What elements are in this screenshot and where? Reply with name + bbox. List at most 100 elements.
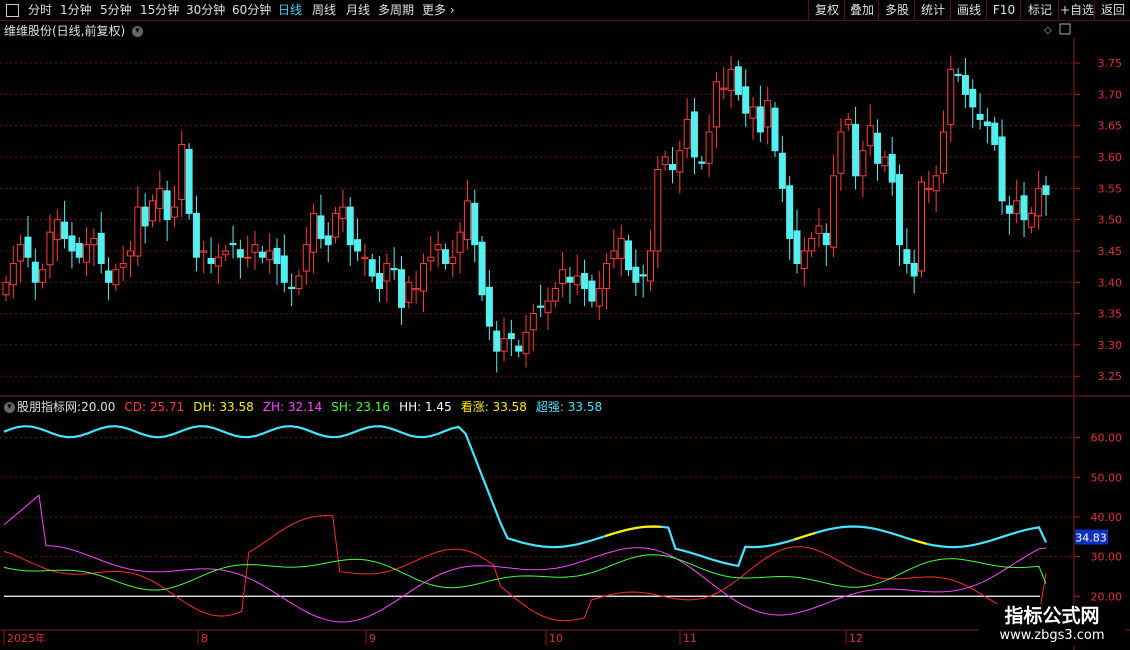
candle-body — [581, 272, 589, 290]
candle-body — [874, 132, 882, 164]
candle-body — [830, 175, 838, 248]
period-tab-7[interactable]: 周线 — [312, 0, 336, 20]
ind-y-tick: 40.00 — [1091, 511, 1123, 524]
toolbar-button-7[interactable]: +自选 — [1058, 0, 1095, 20]
candle-body — [207, 257, 215, 264]
candle-body — [127, 250, 135, 257]
ind-y-tick: 60.00 — [1091, 432, 1123, 445]
candle-body — [134, 206, 142, 257]
candle-body — [844, 118, 852, 125]
candle-body — [603, 262, 611, 290]
toolbar-button-1[interactable]: 叠加 — [844, 0, 879, 20]
main-y-tick: 3.30 — [1098, 339, 1123, 352]
candle-body — [1020, 195, 1028, 221]
candle-body — [178, 143, 186, 201]
candle-body — [288, 286, 296, 290]
ind-y-tick: 20.00 — [1091, 590, 1123, 603]
period-tab-10[interactable]: 更多 › — [422, 0, 455, 20]
main-y-tick: 3.60 — [1098, 151, 1123, 164]
candle-body — [507, 333, 515, 340]
candle-body — [515, 345, 523, 352]
candle-body — [749, 106, 757, 119]
ind-y-tick: 30.00 — [1091, 551, 1123, 564]
candle-body — [954, 73, 962, 77]
candle-body — [68, 235, 76, 252]
x-axis-label: 8 — [201, 632, 208, 645]
candle-body — [493, 330, 501, 352]
period-tab-3[interactable]: 15分钟 — [140, 0, 179, 20]
x-axis-label: 10 — [549, 632, 563, 645]
candle-body — [852, 123, 860, 177]
toolbar-button-4[interactable]: 画线 — [950, 0, 987, 20]
watermark-title: 指标公式网 — [1004, 605, 1100, 627]
main-y-tick: 3.35 — [1098, 308, 1123, 321]
candle-body — [566, 276, 574, 283]
toolbar-button-5[interactable]: F10 — [986, 0, 1021, 20]
candle-body — [185, 148, 193, 214]
period-tab-9[interactable]: 多周期 — [378, 0, 414, 20]
main-y-tick: 3.40 — [1098, 276, 1123, 289]
candle-body — [595, 288, 603, 307]
candle-body — [610, 250, 618, 259]
x-axis-label: 11 — [683, 632, 697, 645]
candle-body — [939, 131, 947, 174]
period-tab-6[interactable]: 日线 — [278, 0, 302, 20]
candle-body — [24, 236, 32, 258]
chart-area[interactable]: 3.75 3.70 3.65 3.60 3.55 3.50 3.45 3.40 3.35 3.30… — [0, 0, 1130, 650]
candle-body — [698, 161, 706, 164]
candle-body — [463, 200, 471, 241]
main-y-tick: 3.55 — [1098, 182, 1123, 195]
series-cd — [3, 514, 1047, 622]
x-axis-label: 2025年 — [7, 631, 46, 645]
candle-body — [141, 206, 149, 227]
candle-body — [976, 113, 984, 120]
candle-body — [405, 281, 413, 303]
candle-body — [537, 305, 545, 308]
candle-body — [551, 288, 559, 302]
candle-body — [97, 232, 105, 264]
toolbar-button-6[interactable]: 标记 — [1020, 0, 1059, 20]
period-tab-1[interactable]: 1分钟 — [60, 0, 92, 20]
toolbar-button-3[interactable]: 统计 — [914, 0, 951, 20]
series-bullish — [605, 525, 662, 538]
candle-body — [90, 237, 98, 246]
candle-body — [75, 242, 83, 258]
candle-body — [324, 235, 332, 246]
indicator-legend-1: DH: 33.58 — [193, 400, 254, 414]
period-tab-8[interactable]: 月线 — [346, 0, 370, 20]
period-tab-2[interactable]: 5分钟 — [100, 0, 132, 20]
back-square-icon[interactable] — [6, 4, 19, 17]
candle-body — [441, 249, 449, 264]
candle-body — [229, 242, 237, 246]
indicator-legend-3: SH: 23.16 — [331, 400, 391, 414]
main-y-tick: 3.25 — [1098, 370, 1123, 383]
toolbar-button-8[interactable]: 返回 — [1094, 0, 1130, 20]
toolbar-button-0[interactable]: 复权 — [808, 0, 845, 20]
indicator-legend-0: CD: 25.71 — [124, 400, 185, 414]
candle-body — [354, 239, 362, 252]
diamond-icon[interactable]: ◇ — [1044, 25, 1052, 36]
period-tab-5[interactable]: 60分钟 — [232, 0, 271, 20]
x-axis-label: 9 — [369, 632, 376, 645]
candle-body — [1005, 205, 1013, 214]
candle-body — [449, 256, 457, 264]
chevron-down-icon[interactable]: ▾ — [132, 26, 144, 37]
candle-body — [529, 313, 537, 331]
period-tab-4[interactable]: 30分钟 — [186, 0, 225, 20]
candle-body — [969, 88, 977, 108]
indicator-legend-6: 超强: 33.58 — [535, 400, 603, 414]
candle-body — [148, 200, 156, 222]
candle-body — [280, 255, 288, 283]
candle-body — [53, 219, 61, 241]
candle-body — [500, 338, 508, 352]
candle-body — [46, 231, 54, 266]
indicator-menu-icon[interactable]: ▾ — [4, 402, 15, 413]
candle-body — [434, 244, 442, 251]
panel-toggle-icon[interactable] — [1059, 23, 1071, 35]
toolbar-button-2[interactable]: 多股 — [878, 0, 915, 20]
candle-body — [544, 300, 552, 313]
period-tab-0[interactable]: 分时 — [28, 0, 52, 20]
candle-body — [983, 121, 991, 127]
indicator-baseline-value: 20.00 — [81, 400, 116, 414]
main-y-tick: 3.45 — [1098, 245, 1123, 258]
